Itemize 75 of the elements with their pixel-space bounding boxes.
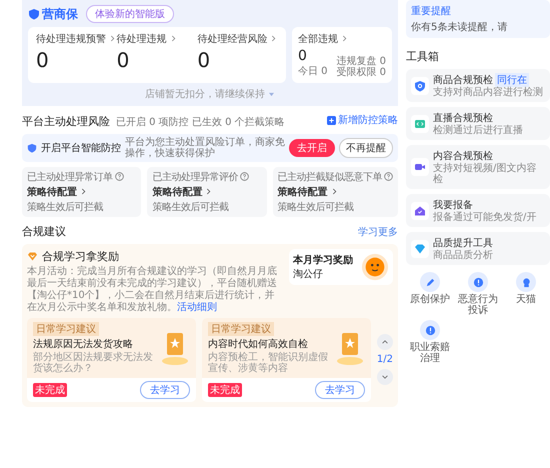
study-button[interactable]: 去学习 [140,380,190,398]
course-description: 内容预检工，智能识别虚假宣传、涉黄等内容 [208,352,329,374]
stat-link[interactable]: 全部违规 [298,32,386,46]
toolbox-title: 工具箱 [406,49,440,64]
banner-text: 平台为您主动处置风险订单，商家免操作，快速获得保护 [125,136,285,158]
prize-label: 本月学习奖励 [293,254,354,266]
experience-button[interactable]: 体验新的智能版 [86,5,174,23]
page-indicator: 1/2 [376,354,393,365]
stat-value: 0 [36,48,50,72]
stat-link[interactable]: 待处理违规 [116,32,198,46]
quick-tool-label: 职业索赔治理 [409,342,451,364]
quick-tool-label: 天猫 [516,294,536,305]
tool-card[interactable]: 品质提升工具 商品品质分析 [406,232,550,265]
section-title: 合规建议 [22,224,66,238]
stat-link[interactable]: 待处理违规预警 [36,32,117,46]
prize-name: 淘公仔 [293,268,324,280]
configure-link[interactable]: 策略待配置 [27,184,136,198]
card-label: 已主动处理异常订单 [27,170,112,184]
course-description: 部分地区因法规要求无法发货该怎么办？ [33,352,154,374]
tool-badge: 同行在 [495,73,529,87]
course-title: 法规原因无法发货攻略 [33,338,133,350]
configure-link[interactable]: 策略待配置 [278,184,393,198]
dismiss-button[interactable]: 不再提醒 [339,138,393,158]
reward-title: 合规学习拿奖励 [42,248,119,264]
tool-name: 直播合规预检 [433,112,493,124]
notice-text: 你有5条未读提醒，请 [411,20,508,34]
course-title: 内容时代如何高效自检 [208,338,308,350]
tool-name: 内容合规预检 [433,150,493,162]
tool-card[interactable]: 商品合规预检 同行在 支持对商品内容进行检测 [406,69,550,102]
tool-description: 报备通过可能免发货/开 [433,212,536,223]
card-note: 策略生效后可拦截 [27,200,104,214]
quick-tool[interactable]: 天猫 [502,272,550,316]
study-button[interactable]: 去学习 [314,380,365,398]
add-strategy-link[interactable]: 新增防控策略 [327,113,398,127]
section-summary: 已开启 0 项防控 已生效 0 个拦截策略 [116,116,286,128]
tool-description: 检测通过后进行直播 [433,125,523,136]
learn-more-link[interactable]: 学习更多 [358,224,398,238]
activity-description: 本月活动：完成当月所有合规建议的学习（即自然月月底最后一天结束前没有未完成的学习建议），平台随机赠送【淘公仔*10个】，小二会在自然月结束后进行统计，并在次月公示中奖名单和发放礼物。活动细则 [27,266,278,314]
banner-title: 开启平台智能防控 [41,142,121,154]
tool-name: 品质提升工具 [433,236,493,250]
stat-value: 0 [197,48,212,72]
status-badge: 未完成 [208,382,242,396]
course-tag: 日常学习建议 [33,322,99,336]
logo-text: 营商保 [42,6,78,22]
quick-tool-label: 原创保护 [410,294,450,305]
score-note: 店铺暂无扣分，请继续保持 [145,88,265,101]
tool-description: 商品品质分析 [433,250,493,261]
tool-description: 支持对短视频/图文内容检 [433,163,538,185]
violation-count: 违规复盘 0 [336,56,386,67]
tool-card[interactable]: 我要报备 报备通过可能免发货/开 [406,194,550,227]
quick-tool-label: 恶意行为投诉 [457,294,499,316]
tool-card[interactable]: 直播合规预检 检测通过后进行直播 [406,107,550,140]
quick-tool[interactable]: 原创保护 [406,272,454,316]
stat-value: 0 [116,48,130,72]
tool-name: 商品合规预检 [433,74,493,86]
violation-count: 受限权限 0 [336,67,386,78]
status-badge: 未完成 [33,382,67,396]
tool-card[interactable]: 内容合规预检 支持对短视频/图文内容检 [406,145,550,189]
stat-value: 0 [298,48,308,64]
rules-link[interactable]: 活动细则 [177,302,217,312]
stat-link[interactable]: 待处理经营风险 [197,32,278,46]
card-label: 已主动处理异常评价 [152,170,238,184]
quick-tool[interactable]: 职业索赔治理 [406,320,454,364]
tool-description: 支持对商品内容进行检测 [433,87,543,98]
section-title: 平台主动处理风险 [22,114,110,128]
card-label: 已主动拦截疑似恶意下单 [278,170,382,184]
course-tag: 日常学习建议 [208,322,274,336]
configure-link[interactable]: 策略待配置 [152,184,262,198]
quick-tool[interactable]: 恶意行为投诉 [454,272,502,316]
card-note: 策略生效后可拦截 [152,200,230,214]
today-count: 今日 0 [298,65,328,78]
tool-name: 我要报备 [433,198,473,212]
notice-tag[interactable]: 重要提醒 [411,4,451,18]
enable-button[interactable]: 去开启 [289,138,335,156]
card-note: 策略生效后可拦截 [278,200,354,214]
